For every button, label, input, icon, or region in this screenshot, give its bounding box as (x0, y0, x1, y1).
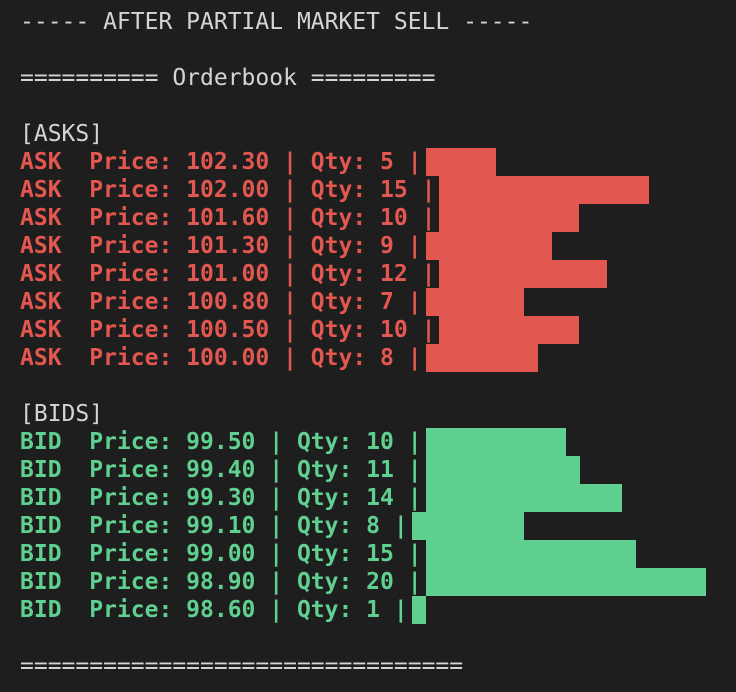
header-line: ----- AFTER PARTIAL MARKET SELL ----- (20, 9, 533, 35)
ask-row-text: ASK Price: 100.50 | Qty: 10 | (20, 317, 436, 343)
ask-row-text: ASK Price: 100.80 | Qty: 7 | (20, 289, 422, 315)
ask-row-text: ASK Price: 101.00 | Qty: 12 | (20, 261, 436, 287)
bid-row-text: BID Price: 99.30 | Qty: 14 | (20, 485, 422, 511)
bid-row-text: BID Price: 98.60 | Qty: 1 | (20, 597, 408, 623)
ask-row: ASK Price: 100.50 | Qty: 10 | (20, 316, 736, 344)
ask-depth-bar (439, 204, 579, 232)
bid-row-text: BID Price: 98.90 | Qty: 20 | (20, 569, 422, 595)
bid-row: BID Price: 99.10 | Qty: 8 | (20, 512, 736, 540)
bid-row: BID Price: 99.50 | Qty: 10 | (20, 428, 736, 456)
ask-row: ASK Price: 100.00 | Qty: 8 | (20, 344, 736, 372)
ask-row-text: ASK Price: 101.60 | Qty: 10 | (20, 205, 436, 231)
bid-row: BID Price: 99.40 | Qty: 11 | (20, 456, 736, 484)
ask-row-text: ASK Price: 102.00 | Qty: 15 | (20, 177, 436, 203)
ask-row: ASK Price: 101.00 | Qty: 12 | (20, 260, 736, 288)
ask-row-text: ASK Price: 102.30 | Qty: 5 | (20, 149, 422, 175)
ask-row: ASK Price: 102.00 | Qty: 15 | (20, 176, 736, 204)
bid-row-text: BID Price: 99.00 | Qty: 15 | (20, 541, 422, 567)
bid-depth-bar (426, 568, 706, 596)
bid-depth-bar (426, 484, 622, 512)
bid-row: BID Price: 99.30 | Qty: 14 | (20, 484, 736, 512)
ask-row: ASK Price: 100.80 | Qty: 7 | (20, 288, 736, 316)
ask-depth-bar (426, 288, 524, 316)
footer-line: ================================ (20, 653, 464, 679)
terminal-window: ----- AFTER PARTIAL MARKET SELL ----- ==… (0, 0, 736, 692)
bid-depth-bar (426, 428, 566, 456)
ask-depth-bar (439, 316, 579, 344)
bid-depth-bar (426, 540, 636, 568)
bid-row: BID Price: 99.00 | Qty: 15 | (20, 540, 736, 568)
bid-depth-bar (412, 512, 524, 540)
ask-row: ASK Price: 101.30 | Qty: 9 | (20, 232, 736, 260)
ask-row: ASK Price: 102.30 | Qty: 5 | (20, 148, 736, 176)
bid-row: BID Price: 98.60 | Qty: 1 | (20, 596, 736, 624)
ask-depth-bar (439, 260, 607, 288)
ask-depth-bar (426, 232, 552, 260)
asks-heading: [ASKS] (20, 121, 104, 147)
orderbook-title-line: ========== Orderbook ========= (20, 65, 436, 91)
ask-depth-bar (439, 176, 649, 204)
bid-row-text: BID Price: 99.40 | Qty: 11 | (20, 457, 422, 483)
bid-depth-bar (412, 596, 426, 624)
bid-row-text: BID Price: 99.50 | Qty: 10 | (20, 429, 422, 455)
bid-row-text: BID Price: 99.10 | Qty: 8 | (20, 513, 408, 539)
ask-row: ASK Price: 101.60 | Qty: 10 | (20, 204, 736, 232)
bid-row: BID Price: 98.90 | Qty: 20 | (20, 568, 736, 596)
bids-heading: [BIDS] (20, 401, 104, 427)
ask-depth-bar (426, 148, 496, 176)
bid-depth-bar (426, 456, 580, 484)
ask-row-text: ASK Price: 100.00 | Qty: 8 | (20, 345, 422, 371)
ask-depth-bar (426, 344, 538, 372)
ask-row-text: ASK Price: 101.30 | Qty: 9 | (20, 233, 422, 259)
